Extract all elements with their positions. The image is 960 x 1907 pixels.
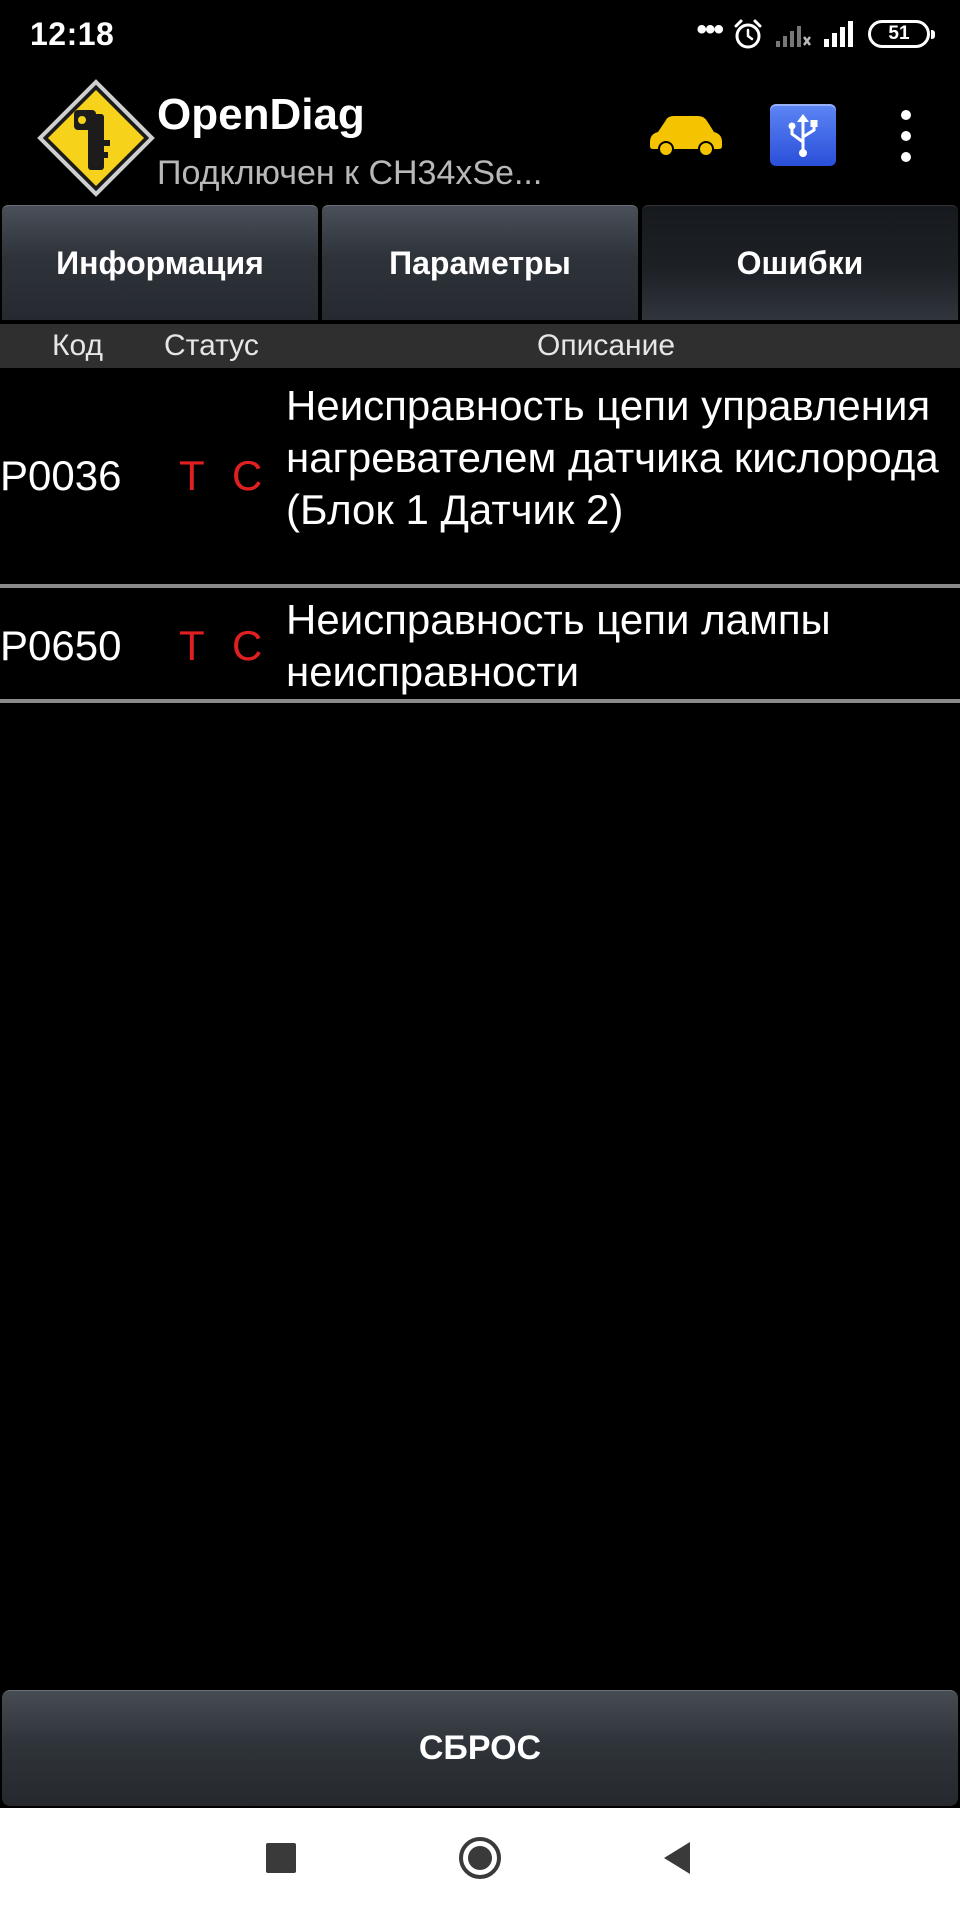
status-t: T — [179, 622, 205, 669]
home-icon[interactable] — [458, 1836, 502, 1880]
row-divider — [0, 584, 960, 588]
alarm-icon — [732, 18, 764, 50]
error-description: Неисправность цепи управления нагревател… — [286, 382, 939, 533]
tab-bar: Информация Параметры Ошибки — [0, 205, 960, 320]
header-code: Код — [52, 329, 104, 362]
usb-icon — [788, 114, 818, 157]
status-c: C — [232, 452, 263, 499]
table-row[interactable]: P0650 T C Неисправность цепи лампы неисп… — [0, 590, 960, 698]
header-status: Статус — [164, 329, 259, 362]
error-code: P0036 — [0, 452, 122, 499]
error-description: Неисправность цепи лампы неисправности — [286, 596, 831, 695]
tab-parameters[interactable]: Параметры — [322, 205, 638, 320]
signal-icon — [822, 19, 858, 49]
error-code: P0650 — [0, 622, 122, 669]
reset-button[interactable]: СБРОС — [2, 1690, 958, 1806]
battery-icon: 51 — [868, 20, 935, 48]
more-vert-icon[interactable] — [888, 110, 924, 162]
opendiag-errors-screen: 12:18 ••• 51 OpenDiag Подключен к CH34xS… — [0, 0, 960, 1907]
table-header: Код Статус Описание — [0, 324, 960, 368]
recents-icon[interactable] — [266, 1843, 296, 1873]
more-notifications-icon: ••• — [696, 13, 723, 46]
app-bar: OpenDiag Подключен к CH34xSe... — [0, 70, 960, 200]
app-title: OpenDiag — [157, 90, 365, 139]
system-nav-bar — [0, 1808, 960, 1907]
back-icon[interactable] — [662, 1840, 692, 1876]
car-icon[interactable] — [644, 112, 726, 158]
tab-information[interactable]: Информация — [2, 205, 318, 320]
battery-level: 51 — [888, 23, 910, 44]
signal-no-data-icon — [774, 19, 812, 49]
usb-button[interactable] — [770, 104, 836, 166]
status-time: 12:18 — [30, 16, 115, 52]
status-bar: 12:18 ••• 51 — [0, 0, 960, 70]
table-row[interactable]: P0036 T C Неисправность цепи управления … — [0, 372, 960, 582]
connection-status: Подключен к CH34xSe... — [157, 154, 543, 192]
row-divider — [0, 699, 960, 703]
tab-errors[interactable]: Ошибки — [642, 205, 958, 320]
status-icons: ••• 51 — [696, 13, 935, 54]
app-logo-icon — [36, 78, 156, 198]
header-description: Описание — [537, 329, 676, 362]
status-c: C — [232, 622, 263, 669]
status-t: T — [179, 452, 205, 499]
